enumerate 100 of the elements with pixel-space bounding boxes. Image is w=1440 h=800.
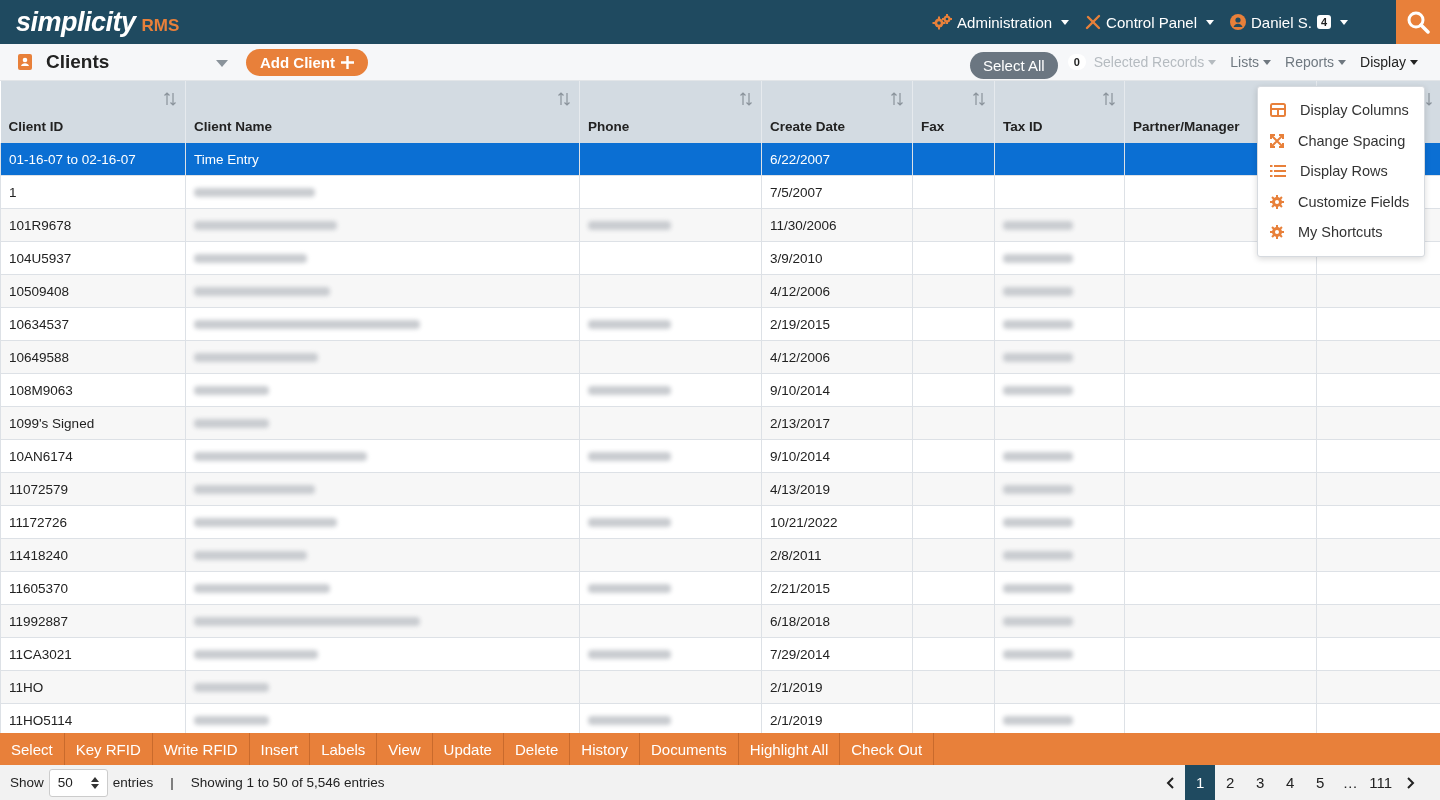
- column-header[interactable]: Tax ID: [994, 81, 1125, 143]
- sort-icon: [557, 92, 571, 106]
- sort-icon: [739, 92, 753, 106]
- caret-icon: [1340, 19, 1348, 25]
- selected-count: 0: [1067, 54, 1086, 70]
- table-cell: 1099's Signed: [0, 406, 186, 440]
- column-header[interactable]: Fax: [912, 81, 995, 143]
- blurred-text: [1003, 485, 1074, 495]
- table-cell: 7/5/2007: [761, 175, 913, 209]
- column-header[interactable]: Create Date: [761, 81, 913, 143]
- page-button[interactable]: 2: [1215, 765, 1246, 800]
- blurred-text: [1003, 650, 1074, 660]
- table-cell: 11CA3021: [0, 637, 186, 671]
- column-header[interactable]: Client ID: [0, 81, 186, 143]
- menu-button[interactable]: Display: [1360, 54, 1418, 70]
- blurred-text: [1003, 221, 1074, 231]
- page-title: Clients: [46, 51, 111, 73]
- table-cell: 11992887: [0, 604, 186, 638]
- table-icon: [1270, 103, 1286, 118]
- table-cell: 4/13/2019: [761, 472, 913, 506]
- table-cell: 9/10/2014: [761, 373, 913, 407]
- list-icon: [1270, 164, 1286, 179]
- table-cell: 1: [0, 175, 186, 209]
- blurred-text: [1003, 254, 1074, 264]
- page-button[interactable]: 4: [1275, 765, 1306, 800]
- chevron-left-icon: [1166, 776, 1175, 789]
- separator: |: [170, 775, 174, 790]
- blurred-text: [1003, 551, 1074, 561]
- blurred-text: [1003, 617, 1074, 627]
- table-cell: 10509408: [0, 274, 186, 308]
- search-button[interactable]: [1396, 0, 1440, 44]
- contact-book-icon: [18, 54, 32, 70]
- table-cell: 11HO: [0, 670, 186, 704]
- table-cell: 6/18/2018: [761, 604, 913, 638]
- chevron-right-icon: [1407, 776, 1415, 789]
- table-cell: 11HO5114: [0, 703, 186, 733]
- notification-badge: 4: [1316, 15, 1331, 29]
- table-cell: 2/21/2015: [761, 571, 913, 605]
- show-label: Show: [10, 775, 44, 790]
- page-button[interactable]: 3: [1245, 765, 1276, 800]
- caret-icon: [1263, 59, 1272, 65]
- spinner-icon: [90, 776, 99, 789]
- blurred-text: [1003, 320, 1074, 330]
- user-icon: [1230, 14, 1246, 30]
- table-cell: Time Entry: [185, 143, 580, 176]
- entries-summary: Showing 1 to 50 of 5,546 entries: [190, 775, 385, 790]
- table-cell: 3/9/2010: [761, 241, 913, 275]
- nav-menu[interactable]: Daniel S. 4: [1230, 13, 1348, 31]
- sort-icon: [972, 92, 986, 106]
- table-cell: 11072579: [0, 472, 186, 506]
- table-cell: 11172726: [0, 505, 186, 539]
- nav-menu[interactable]: Administration: [932, 13, 1070, 31]
- table-cell: 11605370: [0, 571, 186, 605]
- blurred-text: [1003, 584, 1074, 594]
- menu-item[interactable]: Customize Fields: [1258, 186, 1424, 217]
- gear-icon: [1270, 225, 1284, 240]
- table-cell: 9/10/2014: [761, 439, 913, 473]
- sort-icon: [890, 92, 904, 106]
- menu-button[interactable]: Lists: [1230, 54, 1272, 70]
- table-cell: 10634537: [0, 307, 186, 341]
- blurred-text: [1003, 386, 1074, 396]
- caret-icon: [1208, 59, 1217, 65]
- page-size-select[interactable]: 50: [48, 768, 108, 797]
- page-button[interactable]: 1: [1185, 765, 1216, 800]
- gears-icon: [932, 14, 953, 30]
- caret-icon: [1061, 19, 1070, 25]
- logo: simplicity RMS: [15, 6, 181, 38]
- page-button[interactable]: 111: [1365, 765, 1396, 800]
- gear-icon: [1270, 194, 1284, 209]
- page-button[interactable]: 5: [1305, 765, 1336, 800]
- menu-item[interactable]: My Shortcuts: [1258, 217, 1424, 248]
- table-cell: 104U5937: [0, 241, 186, 275]
- menu-item[interactable]: Display Rows: [1258, 156, 1424, 187]
- table-cell: 2/13/2017: [761, 406, 913, 440]
- table-cell: 7/29/2014: [761, 637, 913, 671]
- blurred-text: [1003, 716, 1074, 726]
- table-cell: 6/22/2007: [761, 143, 913, 176]
- blurred-text: [1003, 353, 1074, 363]
- nav-menu[interactable]: Control Panel: [1085, 13, 1214, 31]
- menu-button[interactable]: Reports: [1285, 54, 1347, 70]
- caret-icon: [216, 59, 228, 67]
- search-icon: [1406, 10, 1430, 34]
- column-header[interactable]: Client Name: [185, 81, 580, 143]
- caret-icon: [1206, 19, 1214, 25]
- select-all-button[interactable]: Select All: [969, 51, 1058, 79]
- table-cell: 2/8/2011: [761, 538, 913, 572]
- table-cell: 11418240: [0, 538, 186, 572]
- caret-icon: [1338, 59, 1347, 65]
- column-header[interactable]: Phone: [579, 81, 762, 143]
- table-cell: 01-16-07 to 02-16-07: [0, 143, 186, 176]
- entries-label: entries: [112, 775, 154, 790]
- sort-icon: [163, 92, 177, 106]
- blurred-text: [1003, 287, 1074, 297]
- table-cell: 4/12/2006: [761, 340, 913, 374]
- table-cell: 2/1/2019: [761, 703, 913, 733]
- table-cell: 108M9063: [0, 373, 186, 407]
- blurred-text: [1003, 518, 1074, 528]
- table-cell: 11/30/2006: [761, 208, 913, 242]
- page-button[interactable]: …: [1335, 765, 1366, 800]
- table-cell: 4/12/2006: [761, 274, 913, 308]
